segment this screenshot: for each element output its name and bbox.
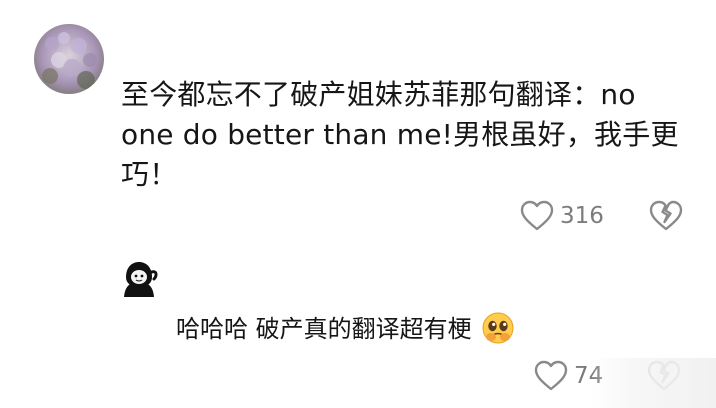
comment-text: 至今都忘不了破产姐妹苏菲那句翻译：no one do better than m…	[121, 78, 679, 191]
heart-icon	[520, 200, 554, 231]
reply-text: 哈哈哈 破产真的翻译超有梗	[176, 315, 472, 343]
dislike-button[interactable]	[648, 199, 686, 233]
lilac-flowers-avatar-icon	[34, 24, 104, 94]
reply-text-line: 哈哈哈 破产真的翻译超有梗	[176, 311, 515, 354]
cartoon-character-avatar-icon	[116, 257, 162, 303]
like-count: 316	[560, 203, 604, 229]
reply-avatar[interactable]	[116, 257, 162, 303]
watermark-overlay	[592, 358, 716, 408]
avatar[interactable]	[34, 24, 104, 94]
pleading-face-emoji-icon	[481, 311, 515, 354]
like-button[interactable]: 316	[520, 199, 604, 233]
broken-heart-icon	[649, 200, 683, 231]
comment-actions: 316	[520, 199, 690, 233]
heart-icon	[534, 360, 568, 391]
